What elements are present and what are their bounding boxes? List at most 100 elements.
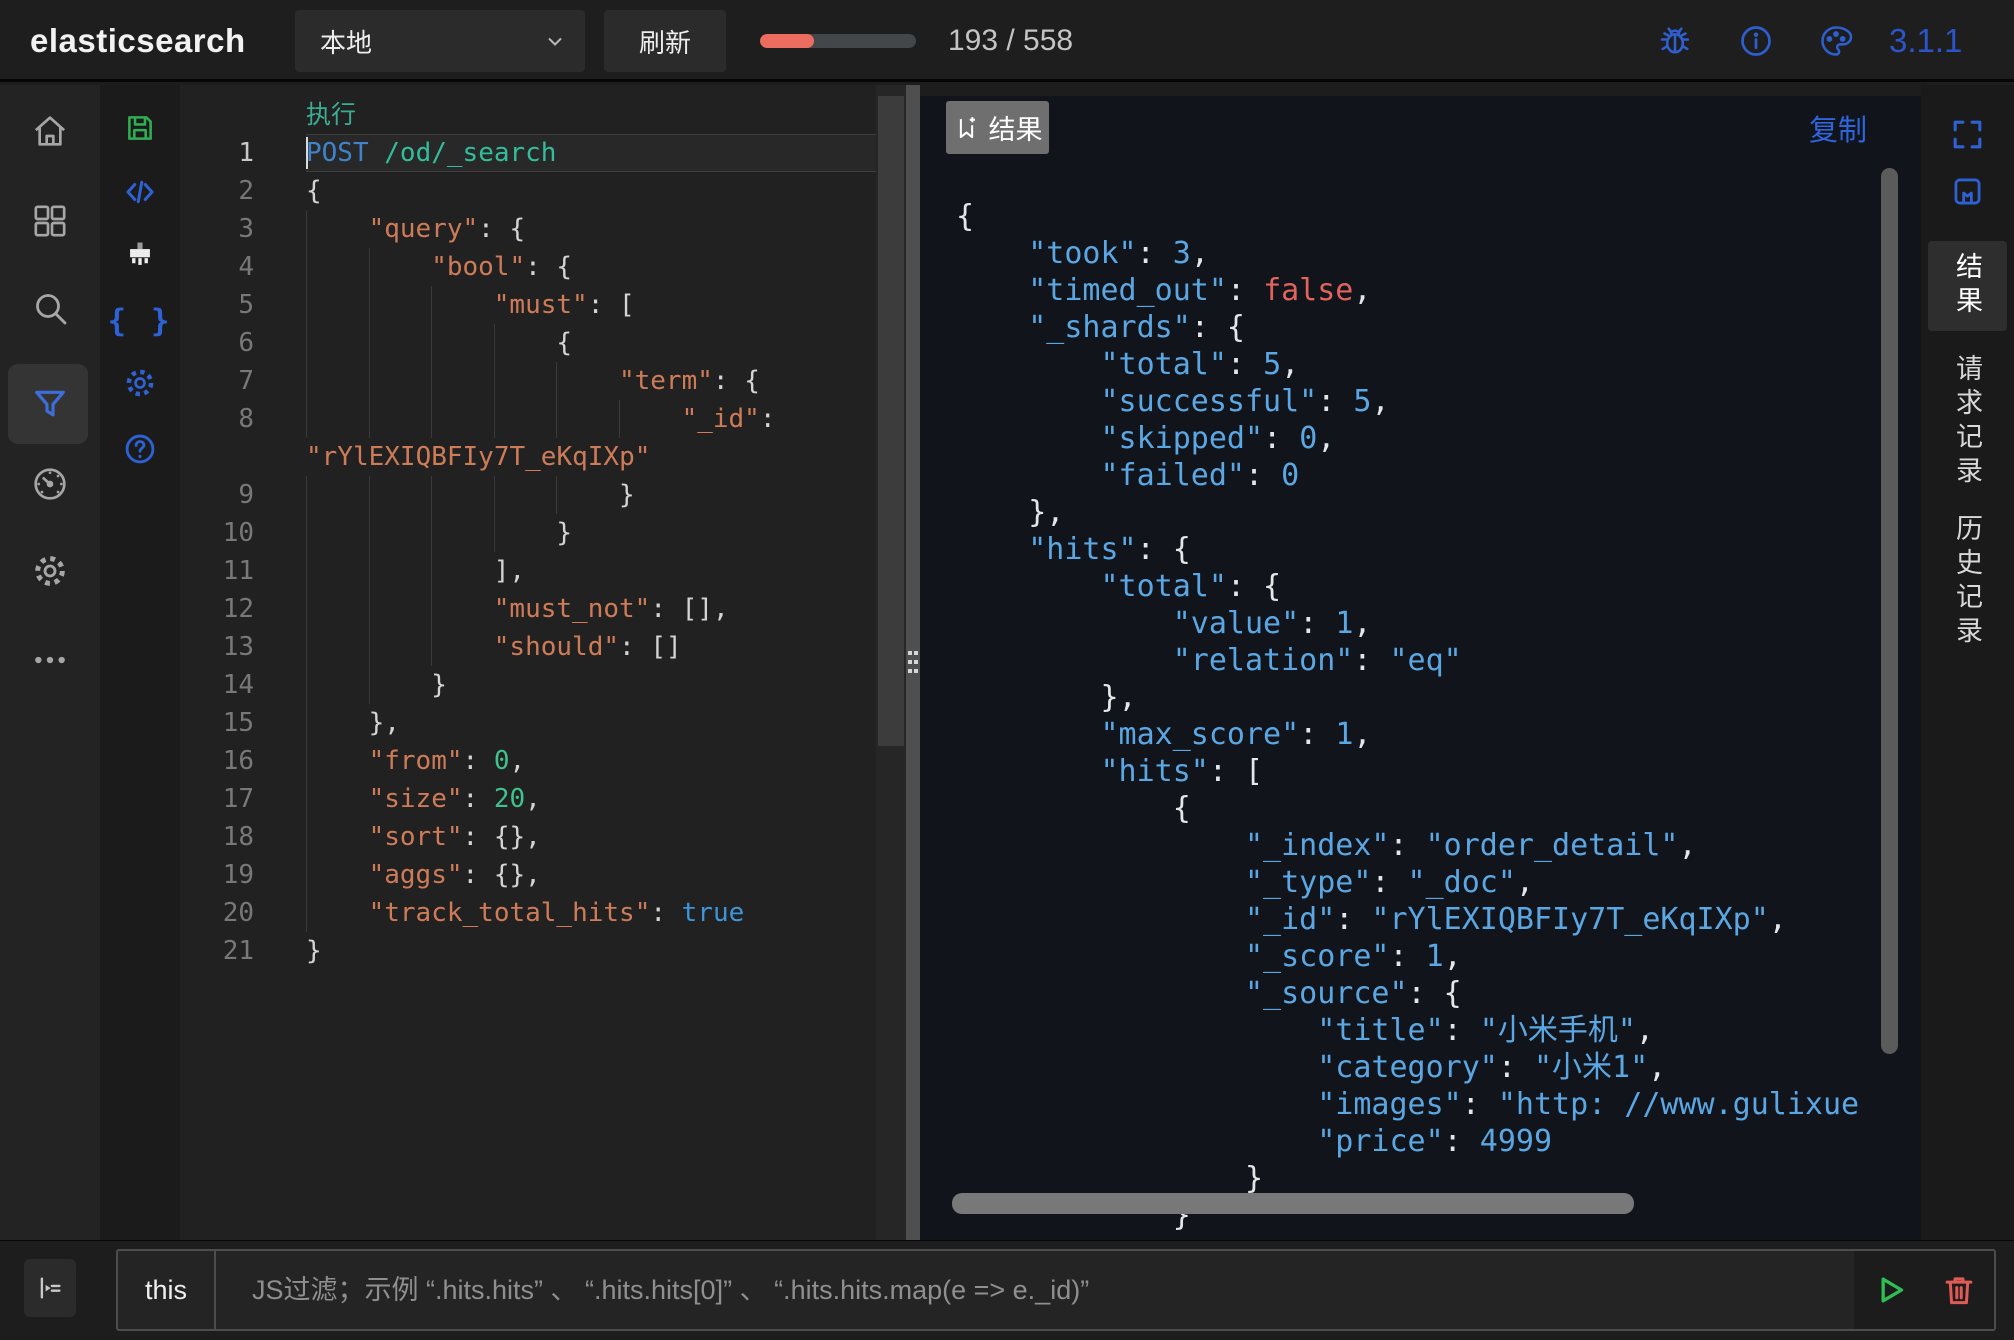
- indent-guide: [306, 248, 369, 286]
- result-line: "relation": "eq": [956, 642, 1876, 679]
- splitter-grip-icon: [908, 651, 918, 673]
- code-icon[interactable]: [100, 164, 180, 220]
- editor-line[interactable]: "aggs": {},: [306, 856, 876, 894]
- refresh-button[interactable]: 刷新: [604, 10, 726, 72]
- format-brush-icon[interactable]: [100, 229, 180, 285]
- indent-guide: [431, 476, 494, 514]
- line-number: [180, 438, 254, 476]
- bookmark-box-icon[interactable]: [1949, 173, 1986, 210]
- braces-icon[interactable]: { }: [100, 293, 180, 349]
- indent-guide: [431, 362, 494, 400]
- result-hscrollbar-thumb[interactable]: [952, 1193, 1634, 1214]
- editor-line[interactable]: },: [306, 704, 876, 742]
- editor-line[interactable]: {: [306, 324, 876, 362]
- nav-settings-icon[interactable]: [0, 535, 100, 607]
- editor-line[interactable]: }: [306, 476, 876, 514]
- result-line: "value": 1,: [956, 605, 1876, 642]
- editor-line[interactable]: "size": 20,: [306, 780, 876, 818]
- query-editor[interactable]: 执行 123456789101112131415161718192021 POS…: [180, 85, 876, 1240]
- indent-guide: [306, 362, 369, 400]
- line-number: 15: [180, 704, 254, 742]
- editor-scrollbar[interactable]: [876, 85, 906, 1240]
- help-icon[interactable]: [100, 421, 180, 477]
- app-logo: elasticsearch: [30, 0, 246, 82]
- app-version: 3.1.1: [1889, 0, 1962, 82]
- js-filter-input[interactable]: [216, 1251, 1854, 1329]
- indent-guide: [431, 590, 494, 628]
- execute-codelens[interactable]: 执行: [306, 96, 876, 134]
- indent-guide: [431, 628, 494, 666]
- line-number: 1: [180, 134, 254, 172]
- console-toggle-icon[interactable]: [24, 1259, 76, 1317]
- editor-line[interactable]: "bool": {: [306, 248, 876, 286]
- editor-settings-icon[interactable]: [100, 355, 180, 411]
- editor-line[interactable]: }: [306, 932, 876, 970]
- nav-dashboard-icon[interactable]: [0, 185, 100, 257]
- indent-guide: [306, 552, 369, 590]
- indent-guide: [369, 476, 432, 514]
- result-line: "skipped": 0,: [956, 420, 1876, 457]
- line-number: 7: [180, 362, 254, 400]
- indent-guide: [369, 552, 432, 590]
- line-number: 4: [180, 248, 254, 286]
- editor-line[interactable]: }: [306, 666, 876, 704]
- bug-report-icon[interactable]: [1657, 23, 1693, 59]
- clear-filter-icon[interactable]: [1939, 1270, 1979, 1310]
- editor-line[interactable]: "should": []: [306, 628, 876, 666]
- editor-line[interactable]: ],: [306, 552, 876, 590]
- nav-home-icon[interactable]: [0, 95, 100, 167]
- run-filter-icon[interactable]: [1869, 1270, 1909, 1310]
- editor-line[interactable]: {: [306, 172, 876, 210]
- indent-guide: [494, 400, 557, 438]
- info-icon[interactable]: [1738, 23, 1774, 59]
- cluster-select[interactable]: 本地: [295, 10, 585, 72]
- indent-guide: [556, 400, 619, 438]
- indent-guide: [306, 400, 369, 438]
- indent-guide: [306, 628, 369, 666]
- tab-history[interactable]: 历史记录: [1928, 506, 2007, 658]
- nav-monitor-icon[interactable]: [0, 448, 100, 520]
- editor-line[interactable]: "must": [: [306, 286, 876, 324]
- result-tag-label: 结果: [989, 108, 1043, 147]
- editor-line[interactable]: "from": 0,: [306, 742, 876, 780]
- indent-guide: [306, 514, 369, 552]
- editor-line[interactable]: "term": {: [306, 362, 876, 400]
- editor-line[interactable]: POST /od/_search: [306, 134, 876, 172]
- indent-guide: [306, 590, 369, 628]
- indent-guide: [494, 476, 557, 514]
- indent-guide: [306, 704, 369, 742]
- indent-guide: [369, 400, 432, 438]
- editor-line[interactable]: "_id":: [306, 400, 876, 438]
- text-cursor: [306, 137, 308, 169]
- indent-guide: [494, 324, 557, 362]
- fullscreen-icon[interactable]: [1949, 116, 1986, 153]
- theme-palette-icon[interactable]: [1818, 23, 1854, 59]
- nav-filter-icon[interactable]: [0, 368, 100, 440]
- filter-input-wrap: [216, 1251, 1854, 1329]
- indent-guide: [619, 400, 682, 438]
- line-number: 11: [180, 552, 254, 590]
- tab-request-log[interactable]: 请求记录: [1928, 346, 2007, 498]
- nav-search-icon[interactable]: [0, 272, 100, 344]
- indent-guide: [369, 590, 432, 628]
- editor-line[interactable]: "rYlEXIQBFIy7T_eKqIXp": [306, 438, 876, 476]
- tab-result[interactable]: 结果: [1928, 241, 2007, 331]
- editor-line[interactable]: "query": {: [306, 210, 876, 248]
- editor-line[interactable]: }: [306, 514, 876, 552]
- editor-gutter: 123456789101112131415161718192021: [180, 134, 306, 970]
- result-line: {: [956, 790, 1876, 827]
- filter-prefix-label: this: [118, 1251, 216, 1329]
- result-tag-button[interactable]: 结果: [946, 101, 1049, 154]
- editor-line[interactable]: "track_total_hits": true: [306, 894, 876, 932]
- nav-more-icon[interactable]: [0, 624, 100, 696]
- editor-line[interactable]: "sort": {},: [306, 818, 876, 856]
- editor-code-lines[interactable]: POST /od/_search{"query": {"bool": {"mus…: [306, 134, 876, 970]
- copy-result-link[interactable]: 复制: [1809, 107, 1867, 149]
- indent-guide: [306, 818, 369, 856]
- panel-splitter[interactable]: [906, 85, 920, 1240]
- editor-line[interactable]: "must_not": [],: [306, 590, 876, 628]
- indent-guide: [431, 286, 494, 324]
- result-vscrollbar-thumb[interactable]: [1881, 168, 1898, 1054]
- editor-scrollbar-thumb[interactable]: [878, 96, 904, 746]
- save-icon[interactable]: [100, 100, 180, 156]
